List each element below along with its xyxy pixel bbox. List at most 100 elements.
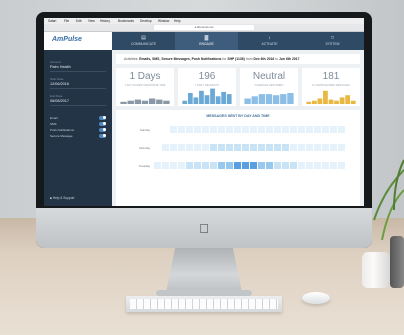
heatmap-cell[interactable] xyxy=(298,162,305,169)
sidebar-field-value[interactable]: 06/08/2017 xyxy=(50,99,69,103)
heatmap-cell[interactable] xyxy=(194,144,201,151)
menu-item-edit[interactable]: Edit xyxy=(76,19,82,23)
tab-engage[interactable]: ▓ ENGAGE xyxy=(175,32,238,50)
heatmap-cell[interactable] xyxy=(226,126,233,133)
heatmap-cell[interactable] xyxy=(282,126,289,133)
menu-item-window[interactable]: Window xyxy=(158,19,169,23)
heatmap-cell[interactable] xyxy=(186,126,193,133)
heatmap-cell[interactable] xyxy=(250,126,257,133)
heatmap-cell[interactable] xyxy=(218,144,225,151)
kpi-card[interactable]: Neutral 3 AVERAGE SENTIMENT xyxy=(240,68,298,106)
heatmap-cell[interactable] xyxy=(242,144,249,151)
heatmap-cell[interactable] xyxy=(290,126,297,133)
heatmap-cell[interactable] xyxy=(322,126,329,133)
heatmap-cell[interactable] xyxy=(314,126,321,133)
heatmap-cell[interactable] xyxy=(322,162,329,169)
heatmap-cell[interactable] xyxy=(162,144,169,151)
heatmap-cell[interactable] xyxy=(226,162,233,169)
heatmap-cell[interactable] xyxy=(250,144,257,151)
heatmap-cell[interactable] xyxy=(250,162,257,169)
heatmap-cell[interactable] xyxy=(338,126,345,133)
heatmap-cell[interactable] xyxy=(178,162,185,169)
tab-activate[interactable]: ↓ ACTIVATE xyxy=(238,32,301,50)
heatmap-cell[interactable] xyxy=(282,162,289,169)
heatmap-cell[interactable] xyxy=(202,144,209,151)
toggle-switch[interactable] xyxy=(99,134,106,138)
heatmap-cell[interactable] xyxy=(290,144,297,151)
heatmap-cell[interactable] xyxy=(218,126,225,133)
menu-item-file[interactable]: File xyxy=(64,19,69,23)
heatmap-cell[interactable] xyxy=(306,144,313,151)
menu-item-help[interactable]: Help xyxy=(174,19,181,23)
heatmap-cell[interactable] xyxy=(162,162,169,169)
heatmap-cell[interactable] xyxy=(322,144,329,151)
heatmap-cell[interactable] xyxy=(154,144,161,151)
heatmap-cell[interactable] xyxy=(186,162,193,169)
menu-item-develop[interactable]: Develop xyxy=(140,19,152,23)
heatmap-cell[interactable] xyxy=(178,144,185,151)
menu-item-history[interactable]: History xyxy=(100,19,110,23)
help-support-link[interactable]: ■ Help & Support xyxy=(50,196,74,200)
menu-item-safari[interactable]: Safari xyxy=(48,19,56,23)
heatmap-cell[interactable] xyxy=(170,144,177,151)
kpi-card[interactable]: 181 11 UNPROCESSED MESSAGES xyxy=(302,68,360,106)
heatmap-cell[interactable] xyxy=(306,126,313,133)
menu-item-view[interactable]: View xyxy=(88,19,95,23)
heatmap-cell[interactable] xyxy=(298,126,305,133)
heatmap-cell[interactable] xyxy=(298,144,305,151)
sidebar-field-value[interactable]: Palm Health xyxy=(50,65,71,69)
kpi-card[interactable]: 1 Days 1 DAY HIGHEST RESPONSE TIME xyxy=(116,68,174,106)
heatmap-cell[interactable] xyxy=(186,144,193,151)
heatmap-cell[interactable] xyxy=(338,162,345,169)
heatmap-cell[interactable] xyxy=(290,162,297,169)
heatmap-cell[interactable] xyxy=(266,126,273,133)
heatmap-cell[interactable] xyxy=(266,162,273,169)
heatmap-cell[interactable] xyxy=(194,126,201,133)
filter-activities[interactable]: Emails, SMS, Secure Messages, Push Notif… xyxy=(139,57,221,61)
kpi-card[interactable]: 196 7 DAILY REQUESTS xyxy=(178,68,236,106)
heatmap-cell[interactable] xyxy=(330,162,337,169)
heatmap-cell[interactable] xyxy=(162,126,169,133)
heatmap-cell[interactable] xyxy=(226,144,233,151)
tab-communicate[interactable]: ▤ COMMUNICATE xyxy=(112,32,175,50)
heatmap-cell[interactable] xyxy=(170,162,177,169)
heatmap-cell[interactable] xyxy=(242,162,249,169)
heatmap-cell[interactable] xyxy=(258,162,265,169)
heatmap-cell[interactable] xyxy=(234,162,241,169)
heatmap-cell[interactable] xyxy=(338,144,345,151)
heatmap-cell[interactable] xyxy=(210,144,217,151)
heatmap-cell[interactable] xyxy=(314,162,321,169)
heatmap-cell[interactable] xyxy=(154,126,161,133)
heatmap-cell[interactable] xyxy=(266,144,273,151)
heatmap-cell[interactable] xyxy=(330,144,337,151)
heatmap-cell[interactable] xyxy=(242,126,249,133)
filter-account[interactable]: SHP (1136) xyxy=(227,57,244,61)
heatmap-cell[interactable] xyxy=(258,126,265,133)
heatmap-cell[interactable] xyxy=(234,126,241,133)
heatmap-cell[interactable] xyxy=(210,126,217,133)
heatmap-cell[interactable] xyxy=(330,126,337,133)
heatmap-cell[interactable] xyxy=(274,144,281,151)
heatmap-cell[interactable] xyxy=(154,162,161,169)
url-bar[interactable]: a.lifemudo.net xyxy=(154,25,254,30)
heatmap-cell[interactable] xyxy=(218,162,225,169)
filter-start-date[interactable]: Dec 6th 2016 xyxy=(254,57,275,61)
sidebar-field-value[interactable]: 12/06/2016 xyxy=(50,82,69,86)
heatmap-cell[interactable] xyxy=(202,126,209,133)
heatmap-cell[interactable] xyxy=(178,126,185,133)
heatmap-cell[interactable] xyxy=(210,162,217,169)
toggle-switch[interactable] xyxy=(99,116,106,120)
filter-end-date[interactable]: Jun 6th 2017 xyxy=(279,57,300,61)
heatmap-cell[interactable] xyxy=(274,126,281,133)
heatmap-cell[interactable] xyxy=(306,162,313,169)
toggle-switch[interactable] xyxy=(99,122,106,126)
heatmap-cell[interactable] xyxy=(194,162,201,169)
toggle-switch[interactable] xyxy=(99,128,106,132)
heatmap-cell[interactable] xyxy=(234,144,241,151)
menu-item-bookmarks[interactable]: Bookmarks xyxy=(118,19,134,23)
tab-system[interactable]: □ SYSTEM xyxy=(301,32,364,50)
heatmap-cell[interactable] xyxy=(282,144,289,151)
heatmap-cell[interactable] xyxy=(274,162,281,169)
heatmap-cell[interactable] xyxy=(202,162,209,169)
heatmap-cell[interactable] xyxy=(170,126,177,133)
